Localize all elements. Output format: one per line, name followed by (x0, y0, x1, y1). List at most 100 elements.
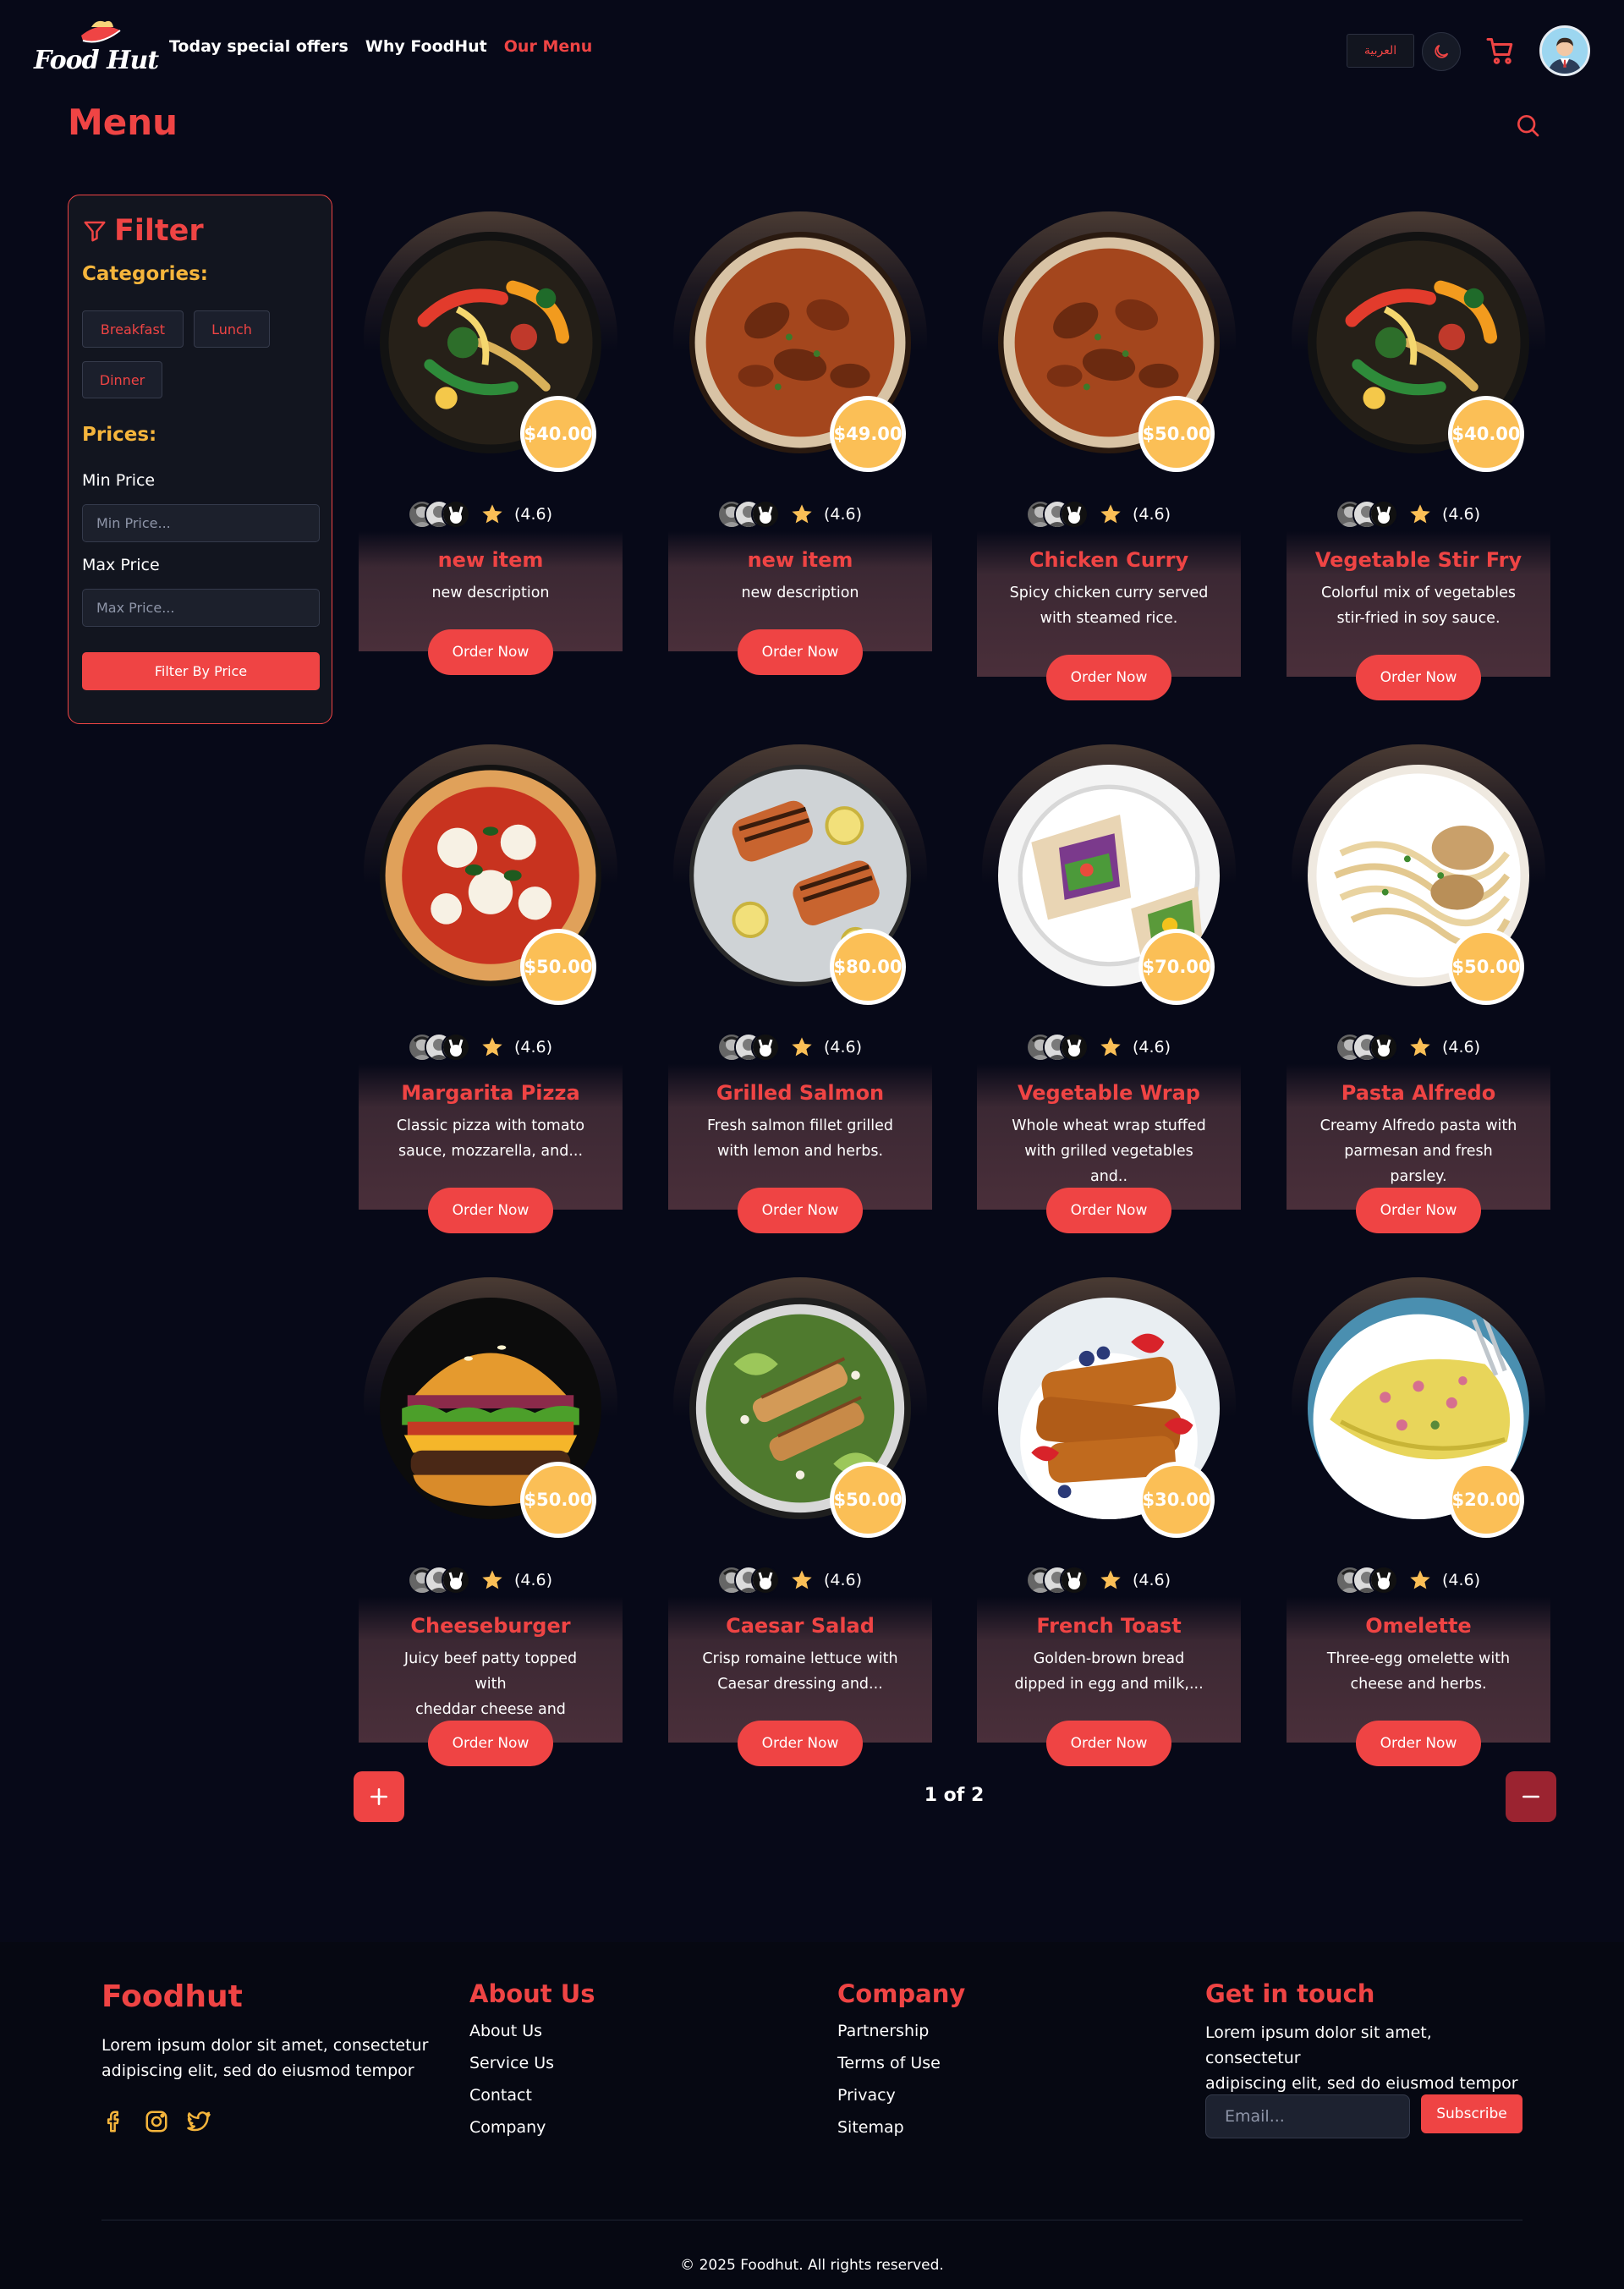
rating-row: (4.6) (408, 1030, 552, 1064)
nav-today-special-offers[interactable]: Today special offers (169, 37, 348, 56)
footer-link-partnership[interactable]: Partnership (837, 2022, 965, 2040)
filter-by-price-button[interactable]: Filter By Price (82, 652, 320, 690)
rating-value: (4.6) (1442, 1571, 1481, 1589)
reviewer-avatar (1060, 1566, 1089, 1595)
price-badge: $50.00 (520, 1462, 596, 1538)
order-now-button[interactable]: Order Now (738, 1188, 863, 1233)
menu-item-name: Grilled Salmon (716, 1081, 885, 1105)
rating-row: (4.6) (717, 1030, 862, 1064)
order-now-button[interactable]: Order Now (738, 629, 863, 675)
category-chip-dinner[interactable]: Dinner (82, 361, 162, 398)
newsletter-email-input[interactable] (1205, 2094, 1410, 2138)
max-price-input[interactable] (82, 589, 320, 627)
price-badge: $80.00 (830, 929, 906, 1005)
pagination-minus-button[interactable] (1506, 1771, 1556, 1822)
subscribe-button[interactable]: Subscribe (1421, 2094, 1522, 2133)
rating-value: (4.6) (824, 505, 863, 524)
menu-item-name: Chicken Curry (1029, 548, 1189, 572)
footer-link-terms-of-use[interactable]: Terms of Use (837, 2054, 965, 2072)
search-icon (1517, 115, 1539, 137)
rating-row: (4.6) (717, 1563, 862, 1597)
order-now-button[interactable]: Order Now (1356, 1188, 1481, 1233)
copyright-text: © 2025 Foodhut. All rights reserved. (680, 2257, 944, 2274)
language-toggle-button[interactable]: العربية (1347, 34, 1414, 68)
footer-link-service-us[interactable]: Service Us (469, 2054, 595, 2072)
footer-link-company[interactable]: Company (469, 2118, 595, 2137)
order-now-button[interactable]: Order Now (1046, 1188, 1171, 1233)
reviewer-avatar (1369, 500, 1398, 529)
rating-row: (4.6) (1026, 1563, 1171, 1597)
nav-why-foodhut[interactable]: Why FoodHut (365, 37, 487, 56)
user-avatar[interactable] (1539, 25, 1590, 76)
moon-icon (1435, 44, 1449, 58)
order-now-button[interactable]: Order Now (428, 1188, 553, 1233)
star-icon (482, 1037, 502, 1057)
cart-button[interactable] (1485, 36, 1516, 66)
category-chip-lunch[interactable]: Lunch (194, 310, 270, 348)
menu-item-name: Vegetable Wrap (1018, 1081, 1200, 1105)
star-icon (1100, 504, 1121, 524)
min-price-input[interactable] (82, 504, 320, 542)
logo-text: Food Hut (34, 46, 159, 75)
star-icon (792, 1037, 812, 1057)
pagination-info: 1 of 2 (924, 1785, 985, 1806)
reviewer-avatar (442, 1033, 470, 1062)
order-now-button[interactable]: Order Now (1046, 655, 1171, 700)
rating-value: (4.6) (514, 1571, 553, 1589)
twitter-icon[interactable] (186, 2109, 211, 2134)
menu-item-name: Vegetable Stir Fry (1314, 548, 1522, 572)
order-now-button[interactable]: Order Now (428, 1721, 553, 1766)
star-icon (1100, 1037, 1121, 1057)
max-price-label: Max Price (82, 556, 160, 574)
price-badge: $50.00 (1448, 929, 1524, 1005)
filter-title-text: Filter (114, 214, 204, 248)
price-badge: $49.00 (830, 396, 906, 472)
menu-item-description: new description (741, 585, 859, 601)
rating-value: (4.6) (824, 1038, 863, 1057)
footer-link-privacy[interactable]: Privacy (837, 2086, 965, 2105)
rating-value: (4.6) (824, 1571, 863, 1589)
instagram-icon[interactable] (144, 2109, 169, 2134)
social-links (102, 2109, 428, 2134)
main-nav: Today special offers Why FoodHut Our Men… (169, 37, 592, 56)
footer-link-about-us[interactable]: About Us (469, 2022, 595, 2040)
filter-panel: Filter Categories: Breakfast Lunch Dinne… (68, 195, 332, 724)
logo[interactable]: Food Hut (30, 15, 159, 86)
reviewer-avatar (1060, 500, 1089, 529)
menu-item-name: Omelette (1365, 1614, 1472, 1638)
theme-toggle-button[interactable] (1422, 32, 1461, 71)
rating-value: (4.6) (1442, 505, 1481, 524)
search-button[interactable] (1514, 112, 1541, 139)
menu-item-description: Whole wheat wrap stuffed with grilled ve… (1012, 1117, 1206, 1185)
funnel-icon (84, 221, 106, 242)
footer-link-contact[interactable]: Contact (469, 2086, 595, 2105)
order-now-button[interactable]: Order Now (738, 1721, 863, 1766)
categories-heading: Categories: (82, 263, 208, 285)
menu-item-description: Classic pizza with tomato sauce, mozzare… (396, 1117, 585, 1160)
menu-item-description: Spicy chicken curry served with steamed … (1009, 585, 1209, 627)
menu-item-name: Caesar Salad (726, 1614, 875, 1638)
order-now-button[interactable]: Order Now (1356, 1721, 1481, 1766)
nav-our-menu[interactable]: Our Menu (504, 37, 593, 56)
footer-brand-column: Foodhut Lorem ipsum dolor sit amet, cons… (102, 1979, 428, 2134)
price-badge: $30.00 (1138, 1462, 1215, 1538)
rating-value: (4.6) (1442, 1038, 1481, 1057)
order-now-button[interactable]: Order Now (1046, 1721, 1171, 1766)
menu-item-description: Crisp romaine lettuce with Caesar dressi… (702, 1650, 898, 1693)
rating-value: (4.6) (514, 1038, 553, 1057)
order-now-button[interactable]: Order Now (1356, 655, 1481, 700)
rating-row: (4.6) (1336, 1030, 1480, 1064)
footer-link-sitemap[interactable]: Sitemap (837, 2118, 965, 2137)
category-chip-breakfast[interactable]: Breakfast (82, 310, 184, 348)
footer-company-heading: Company (837, 1979, 966, 2008)
order-now-button[interactable]: Order Now (428, 629, 553, 675)
pagination-plus-button[interactable] (354, 1771, 404, 1822)
reviewer-avatar (1369, 1033, 1398, 1062)
star-icon (482, 1570, 502, 1589)
menu-item-description: Creamy Alfredo pasta with parmesan and f… (1320, 1117, 1517, 1185)
reviewer-avatar (751, 500, 780, 529)
filter-title: Filter (82, 214, 204, 248)
star-icon (1410, 1037, 1430, 1057)
facebook-icon[interactable] (102, 2109, 127, 2134)
rating-row: (4.6) (1336, 1563, 1480, 1597)
